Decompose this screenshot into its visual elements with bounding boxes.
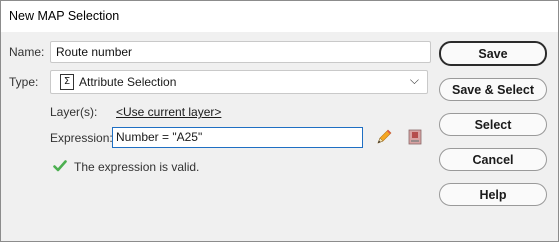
sigma-icon: Σ	[60, 74, 74, 90]
dialog-content: Name: Route number Type: Σ Attribute Sel…	[1, 32, 558, 241]
type-dropdown-value: Attribute Selection	[79, 75, 177, 89]
name-label: Name:	[9, 45, 45, 59]
expression-label: Expression:	[50, 131, 113, 145]
checkmark-icon	[53, 160, 67, 172]
chevron-down-icon[interactable]: ⌵	[410, 73, 419, 88]
save-button[interactable]: Save	[439, 41, 547, 66]
type-dropdown[interactable]: Σ Attribute Selection ⌵	[50, 70, 428, 94]
help-button[interactable]: Help	[439, 183, 547, 206]
validation-message: The expression is valid.	[74, 160, 200, 174]
name-input[interactable]: Route number	[50, 41, 431, 63]
pencil-icon[interactable]	[374, 127, 394, 147]
title-bar: New MAP Selection	[1, 1, 558, 31]
database-table-icon[interactable]	[407, 129, 423, 145]
layers-label: Layer(s):	[50, 105, 98, 119]
expression-input[interactable]: Number = "A25"	[112, 127, 363, 148]
use-current-layer-link[interactable]: <Use current layer>	[116, 105, 221, 119]
dialog-title: New MAP Selection	[9, 9, 120, 23]
cancel-button[interactable]: Cancel	[439, 148, 547, 171]
type-label: Type:	[9, 75, 39, 89]
save-and-select-button[interactable]: Save & Select	[439, 78, 547, 101]
select-button[interactable]: Select	[439, 113, 547, 136]
new-map-selection-dialog: New MAP Selection Name: Route number Typ…	[0, 0, 559, 242]
